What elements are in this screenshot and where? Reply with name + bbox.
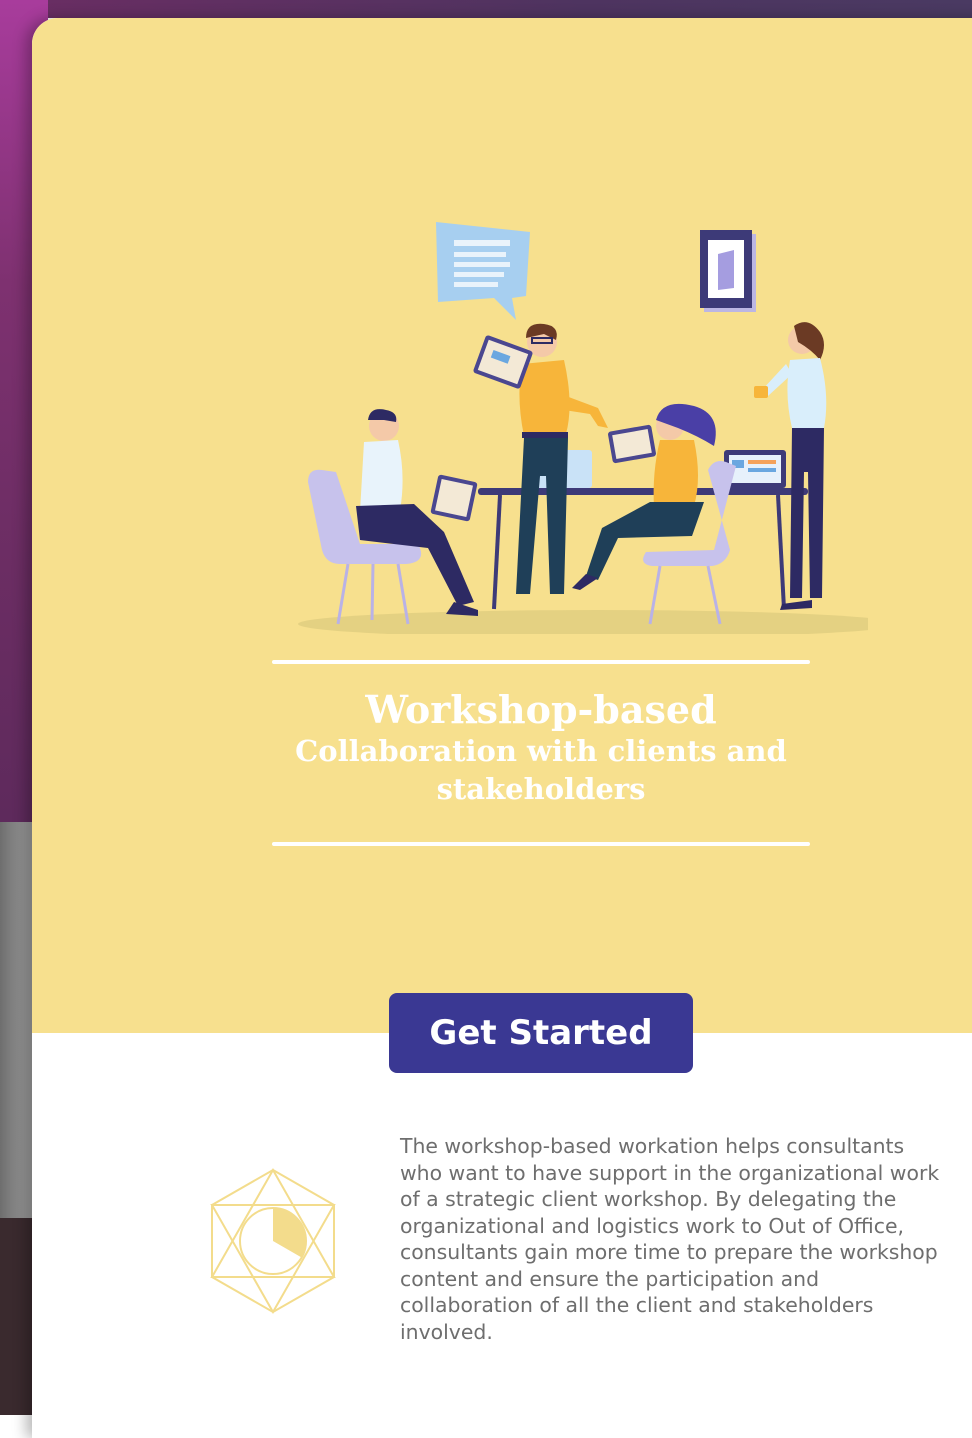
hero-title: Workshop-based Collaboration with client… xyxy=(272,688,810,808)
divider-bottom xyxy=(272,842,810,846)
hero-section: Workshop-based Collaboration with client… xyxy=(32,18,972,1033)
team-meeting-illustration xyxy=(298,222,868,634)
hexagon-pie-emblem-icon xyxy=(210,1168,336,1314)
get-started-button[interactable]: Get Started xyxy=(389,993,693,1073)
hero-title-line2: Collaboration with clients and stakehold… xyxy=(295,734,787,806)
background-top-strip xyxy=(0,0,972,18)
hero-title-line1: Workshop-based xyxy=(365,687,717,732)
divider-top xyxy=(272,660,810,664)
content-card: Workshop-based Collaboration with client… xyxy=(32,18,972,1438)
description-text: The workshop-based workation helps consu… xyxy=(400,1134,940,1344)
